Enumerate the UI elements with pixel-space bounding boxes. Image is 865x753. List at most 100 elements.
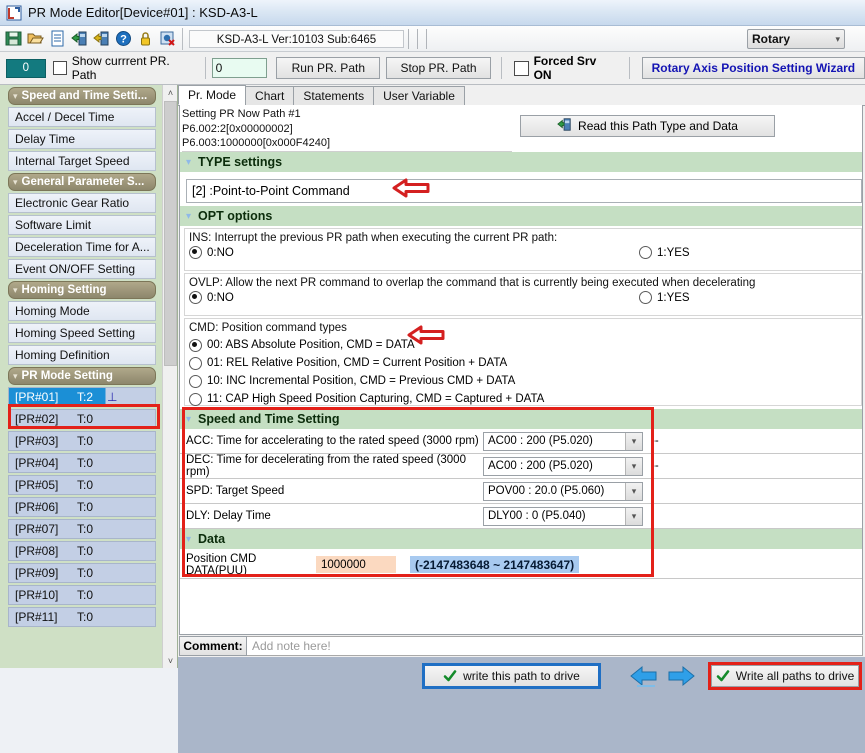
sidebar-item-pr10[interactable]: [PR#10] T:0 — [8, 585, 156, 605]
chevron-down-icon: ▾ — [625, 457, 642, 475]
tab-user-variable[interactable]: User Variable — [373, 86, 465, 105]
scroll-up-button[interactable]: ˄ — [163, 85, 177, 100]
sidebar-group-homing-setting[interactable]: ▾ Homing Setting — [8, 281, 156, 299]
sidebar-group-general-parameter[interactable]: ▾ General Parameter S... — [8, 173, 156, 191]
sidebar-item-pr09[interactable]: [PR#09] T:0 — [8, 563, 156, 583]
sidebar-item-internal-target-speed[interactable]: Internal Target Speed — [8, 151, 156, 171]
stop-pr-path-button[interactable]: Stop PR. Path — [386, 57, 491, 79]
sidebar-item-pr08[interactable]: [PR#08] T:0 — [8, 541, 156, 561]
dly-row: DLY: Delay Time DLY00 : 0 (P5.040) ▾ — [180, 504, 862, 529]
opt-options-header[interactable]: ▾ OPT options — [180, 206, 862, 226]
sidebar-item-homing-mode[interactable]: Homing Mode — [8, 301, 156, 321]
dly-dropdown[interactable]: DLY00 : 0 (P5.040) ▾ — [483, 506, 643, 526]
sidebar-item-pr07[interactable]: [PR#07] T:0 — [8, 519, 156, 539]
sidebar-item-delay-time[interactable]: Delay Time — [8, 129, 156, 149]
acc-value: AC00 : 200 (P5.020) — [488, 435, 593, 447]
tab-chart[interactable]: Chart — [245, 86, 295, 105]
pr-item-id: [PR#11] — [15, 610, 58, 624]
forced-srv-on-label: Forced Srv ON — [533, 54, 597, 82]
sidebar-item-software-limit[interactable]: Software Limit — [8, 215, 156, 235]
sidebar-group-speed-and-time[interactable]: ▾ Speed and Time Setti... — [8, 87, 156, 105]
path-number-input[interactable]: 0 — [211, 58, 268, 78]
pr-item-type: T:0 — [77, 610, 94, 624]
comment-bar: Comment: Add note here! — [179, 636, 863, 656]
cmd-option-2[interactable]: 10: INC Incremental Position, CMD = Prev… — [189, 372, 857, 390]
tab-statements[interactable]: Statements — [293, 86, 375, 105]
type-settings-header[interactable]: ▾ TYPE settings — [180, 152, 862, 172]
sidebar-item-pr11[interactable]: [PR#11] T:0 — [8, 607, 156, 627]
speed-time-header[interactable]: ▾ Speed and Time Setting — [180, 409, 862, 429]
checkbox-box — [513, 60, 529, 76]
help-icon[interactable]: ? — [115, 30, 132, 47]
sidebar-group-label: Homing Setting — [21, 284, 107, 296]
cmd-option-3[interactable]: 11: CAP High Speed Position Capturing, C… — [189, 390, 857, 408]
ovlp-radio-yes[interactable]: 1:YES — [639, 291, 690, 304]
cmd-option-1[interactable]: 01: REL Relative Position, CMD = Current… — [189, 354, 857, 372]
sidebar-item-accel-decel-time[interactable]: Accel / Decel Time — [8, 107, 156, 127]
lock-icon[interactable] — [137, 30, 154, 47]
forced-srv-on-checkbox[interactable]: Forced Srv ON — [513, 54, 617, 82]
cmd-option-0[interactable]: 00: ABS Absolute Position, CMD = DATA — [189, 336, 857, 354]
sidebar-item-pr01[interactable]: [PR#01] T:2 ⊥ — [8, 387, 156, 407]
acc-dropdown[interactable]: AC00 : 200 (P5.020) ▾ — [483, 431, 643, 451]
data-section-header[interactable]: ▾ Data — [180, 529, 862, 549]
radio-icon — [639, 291, 652, 304]
sidebar-item-homing-definition[interactable]: Homing Definition — [8, 345, 156, 365]
position-cmd-data-input[interactable]: 1000000 — [316, 556, 396, 573]
new-document-icon[interactable] — [49, 30, 66, 47]
sidebar-item-pr04[interactable]: [PR#04] T:0 — [8, 453, 156, 473]
read-path-type-and-data-button[interactable]: Read this Path Type and Data — [520, 115, 775, 137]
ovlp-radio-no[interactable]: 0:NO — [189, 291, 639, 304]
cmd-option-0-label: 00: ABS Absolute Position, CMD = DATA — [207, 339, 415, 351]
tab-pr-mode[interactable]: Pr. Mode — [178, 85, 247, 105]
sidebar-item-homing-speed-setting[interactable]: Homing Speed Setting — [8, 323, 156, 343]
sidebar-item-pr02[interactable]: [PR#02] T:0 — [8, 409, 156, 429]
save-icon[interactable] — [5, 30, 22, 47]
type-settings-value[interactable]: [2] :Point-to-Point Command — [186, 179, 862, 203]
rotary-axis-wizard-button[interactable]: Rotary Axis Position Setting Wizard — [641, 57, 865, 79]
run-pr-path-button[interactable]: Run PR. Path — [276, 57, 381, 79]
export-icon[interactable] — [93, 30, 110, 47]
position-cmd-data-label: Position CMD DATA(PUU) — [186, 552, 257, 577]
sidebar-item-pr03[interactable]: [PR#03] T:0 — [8, 431, 156, 451]
spd-value: POV00 : 20.0 (P5.060) — [488, 485, 605, 497]
write-this-path-button[interactable]: write this path to drive — [424, 665, 599, 687]
pr-item-id: [PR#01] — [15, 390, 59, 404]
sidebar-scrollbar[interactable]: ˄ ˅ — [162, 85, 177, 668]
sidebar-item-electronic-gear-ratio[interactable]: Electronic Gear Ratio — [8, 193, 156, 213]
pr-item-type: T:0 — [77, 566, 94, 580]
pr-item-type: T:0 — [77, 434, 94, 448]
show-current-pr-path-checkbox[interactable]: Show currrent PR. Path — [52, 54, 197, 82]
sidebar-item-pr06[interactable]: [PR#06] T:0 — [8, 497, 156, 517]
acc-suffix: -- — [651, 435, 659, 447]
import-icon[interactable] — [71, 30, 88, 47]
read-button-label: Read this Path Type and Data — [578, 119, 738, 133]
sidebar-group-pr-mode-setting[interactable]: ▾ PR Mode Setting — [8, 367, 156, 385]
sidebar-item-deceleration-time[interactable]: Deceleration Time for A... — [8, 237, 156, 257]
dec-dropdown[interactable]: AC00 : 200 (P5.020) ▾ — [483, 456, 643, 476]
write-all-paths-button[interactable]: Write all paths to drive — [711, 665, 859, 687]
ins-option-group: INS: Interrupt the previous PR path when… — [184, 228, 862, 271]
sidebar-item-pr05[interactable]: [PR#05] T:0 — [8, 475, 156, 495]
title-bar: PR Mode Editor[Device#01] : KSD-A3-L — [0, 0, 865, 26]
radio-icon — [189, 338, 202, 352]
read-data-icon — [557, 117, 572, 135]
type-settings-header-label: TYPE settings — [198, 155, 283, 169]
spd-dropdown[interactable]: POV00 : 20.0 (P5.060) ▾ — [483, 481, 643, 501]
open-icon[interactable] — [27, 30, 44, 47]
settings-reset-icon[interactable] — [159, 30, 176, 47]
current-path-indicator: 0 — [6, 58, 46, 78]
ins-radio-no[interactable]: 0:NO — [189, 246, 639, 259]
sidebar-item-event-on-off-setting[interactable]: Event ON/OFF Setting — [8, 259, 156, 279]
path-info-line-1: Setting PR Now Path #1 — [182, 108, 301, 120]
pr-item-id: [PR#08] — [15, 544, 59, 558]
comment-input[interactable]: Add note here! — [247, 636, 863, 656]
ins-radio-yes[interactable]: 1:YES — [639, 246, 690, 259]
scrollbar-thumb[interactable] — [164, 101, 177, 366]
pr-item-id: [PR#10] — [15, 588, 59, 602]
ovlp-option-group: OVLP: Allow the next PR command to overl… — [184, 273, 862, 316]
rotary-mode-select[interactable]: Rotary ▾ — [747, 29, 845, 49]
show-current-pr-path-label: Show currrent PR. Path — [71, 54, 170, 82]
scroll-down-button[interactable]: ˅ — [163, 653, 177, 668]
ovlp-radio-no-label: 0:NO — [207, 291, 234, 304]
